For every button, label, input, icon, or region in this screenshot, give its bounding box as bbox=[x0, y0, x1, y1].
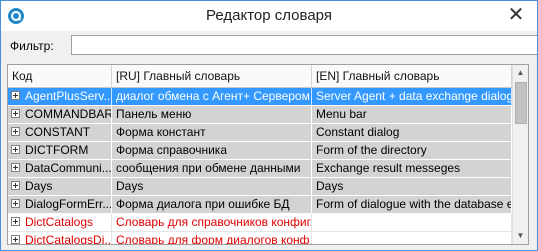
cell-code: COMMANDBAR bbox=[8, 106, 112, 123]
filter-row: Фильтр: bbox=[1, 34, 537, 58]
cell-ru[interactable]: Форма справочника bbox=[112, 142, 312, 159]
table-row[interactable]: Days Days Days bbox=[8, 178, 512, 196]
cell-code: DictCatalogsDi... bbox=[8, 232, 112, 245]
column-header-ru[interactable]: [RU] Главный словарь bbox=[112, 65, 312, 87]
cell-en[interactable]: Menu bar bbox=[312, 106, 512, 123]
filter-label: Фильтр: bbox=[10, 39, 54, 53]
cell-code-text: DictCatalogs bbox=[25, 215, 94, 229]
dictionary-editor-window: Редактор словаря ✕ Фильтр: Код [RU] Глав… bbox=[0, 0, 538, 251]
expand-plus-icon[interactable] bbox=[11, 145, 20, 154]
cell-ru[interactable]: Days bbox=[112, 178, 312, 195]
cell-code: AgentPlusServ... bbox=[8, 88, 112, 105]
dictionary-grid: Код [RU] Главный словарь [EN] Главный сл… bbox=[7, 64, 529, 245]
column-header-en[interactable]: [EN] Главный словарь bbox=[312, 65, 512, 87]
grid-header: Код [RU] Главный словарь [EN] Главный сл… bbox=[8, 65, 512, 88]
expand-plus-icon[interactable] bbox=[11, 181, 20, 190]
grid-rows: AgentPlusServ... диалог обмена с Агент+ С… bbox=[8, 88, 512, 245]
table-row[interactable]: DataCommuni... сообщения при обмене данны… bbox=[8, 160, 512, 178]
title-bar[interactable]: Редактор словаря ✕ bbox=[1, 1, 537, 31]
cell-ru[interactable]: Словарь для справочников конфиг... bbox=[112, 214, 312, 231]
scrollbar-thumb[interactable] bbox=[515, 82, 527, 124]
cell-code: CONSTANT bbox=[8, 124, 112, 141]
cell-en[interactable] bbox=[312, 214, 512, 231]
window-title: Редактор словаря bbox=[206, 7, 332, 24]
table-row[interactable]: DictCatalogsDi... Словарь для форм диалог… bbox=[8, 232, 512, 245]
expand-plus-icon[interactable] bbox=[11, 235, 20, 244]
cell-en[interactable]: Constant dialog bbox=[312, 124, 512, 141]
scroll-down-arrow-icon[interactable]: ▼ bbox=[513, 228, 528, 244]
cell-code-text: DictCatalogsDi... bbox=[25, 233, 112, 245]
cell-code: DictCatalogs bbox=[8, 214, 112, 231]
expand-plus-icon[interactable] bbox=[11, 217, 20, 226]
table-row[interactable]: DICTFORM Форма справочника Form of the dir… bbox=[8, 142, 512, 160]
cell-code-text: CONSTANT bbox=[25, 125, 91, 139]
cell-en[interactable]: Form of dialogue with the database er... bbox=[312, 196, 512, 213]
cell-ru[interactable]: Словарь для форм диалогов конф... bbox=[112, 232, 312, 244]
cell-code-text: AgentPlusServ... bbox=[25, 89, 112, 103]
table-row[interactable]: COMMANDBAR Панель меню Menu bar bbox=[8, 106, 512, 124]
expand-plus-icon[interactable] bbox=[11, 199, 20, 208]
close-button[interactable]: ✕ bbox=[503, 3, 529, 27]
expand-plus-icon[interactable] bbox=[11, 163, 20, 172]
table-row[interactable]: DictCatalogs Словарь для справочников кон… bbox=[8, 214, 512, 232]
table-row[interactable]: CONSTANT Форма констант Constant dialog bbox=[8, 124, 512, 142]
expand-plus-icon[interactable] bbox=[11, 109, 20, 118]
cell-ru[interactable]: Панель меню bbox=[112, 106, 312, 123]
cell-code-text: DialogFormErr... bbox=[25, 197, 112, 211]
cell-en[interactable]: Form of the directory bbox=[312, 142, 512, 159]
scroll-up-arrow-icon[interactable]: ▲ bbox=[513, 65, 528, 81]
cell-en[interactable] bbox=[312, 232, 512, 244]
cell-code: DICTFORM bbox=[8, 142, 112, 159]
cell-code: DataCommuni... bbox=[8, 160, 112, 177]
cell-en[interactable]: Server Agent + data exchange dialog bbox=[312, 88, 512, 105]
filter-input[interactable] bbox=[71, 35, 537, 55]
cell-code-text: Days bbox=[25, 179, 53, 193]
cell-code-text: DICTFORM bbox=[25, 143, 89, 157]
cell-ru[interactable]: Форма диалога при ошибке БД bbox=[112, 196, 312, 213]
cell-en[interactable]: Days bbox=[312, 178, 512, 195]
cell-code-text: COMMANDBAR bbox=[25, 107, 112, 121]
column-header-code[interactable]: Код bbox=[8, 65, 112, 87]
table-row[interactable]: DialogFormErr... Форма диалога при ошибке… bbox=[8, 196, 512, 214]
expand-plus-icon[interactable] bbox=[11, 91, 20, 100]
vertical-scrollbar[interactable]: ▲ ▼ bbox=[512, 65, 528, 244]
cell-ru[interactable]: сообщения при обмене данными bbox=[112, 160, 312, 177]
cell-ru[interactable]: диалог обмена с Агент+ Сервером bbox=[112, 88, 312, 105]
cell-code: DialogFormErr... bbox=[8, 196, 112, 213]
cell-code-text: DataCommuni... bbox=[25, 161, 112, 175]
cell-en[interactable]: Exchange result messeges bbox=[312, 160, 512, 177]
table-row[interactable]: AgentPlusServ... диалог обмена с Агент+ С… bbox=[8, 88, 512, 106]
expand-plus-icon[interactable] bbox=[11, 127, 20, 136]
cell-code: Days bbox=[8, 178, 112, 195]
cell-ru[interactable]: Форма констант bbox=[112, 124, 312, 141]
